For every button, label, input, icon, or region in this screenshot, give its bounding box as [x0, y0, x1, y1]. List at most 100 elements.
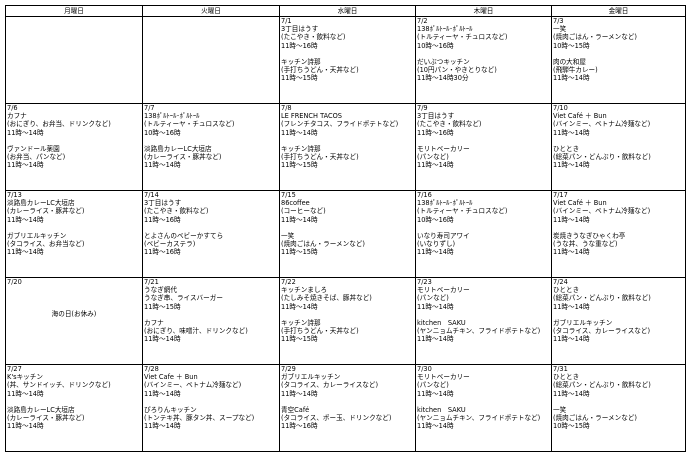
vendor-menu: (トルティーヤ・チュロスなど) [417, 207, 508, 216]
vendor-name: キッチン詩那 [281, 144, 321, 153]
day-date: 7/3 [553, 17, 564, 26]
vendor-entry: 一笑 (焼肉ごはん・ラーメンなど) 10時～15時 [553, 406, 684, 431]
vendor-hours: 11時～15時 [144, 302, 181, 311]
vendor-entry: ひととき (総菜パン・どんぶり・飲料など) 11時～14時 [553, 286, 684, 311]
vendor-name: だいぶつキッチン [417, 57, 470, 66]
day-date: 7/30 [417, 365, 432, 374]
vendor-hours: 11時～16時 [281, 41, 318, 50]
header-monday: 月曜日 [5, 5, 143, 17]
vendor-hours: 11時～14時 [7, 128, 44, 137]
vendor-name: キッチン詩那 [281, 57, 321, 66]
vendor-hours: 11時～16時 [417, 128, 454, 137]
vendor-menu: (焼肉ごはん・ラーメンなど) [553, 33, 638, 42]
vendor-entry: Viet Café ＋ Bun (バインミー、ベトナム冷麺など) 11時～14時 [553, 199, 684, 224]
day-cell: 7/13 淡路島カレーLC大垣店 (カレーライス・豚丼など) 11時～14時 ガブリエル… [5, 190, 143, 278]
vendor-name: 138ﾎﾟﾙﾄｰﾙ･ﾎﾟﾙﾄｰﾙ [417, 25, 473, 34]
day-date: 7/9 [417, 104, 428, 113]
vendor-entry: ヴァンドール薬園 (お弁当、パンなど) 11時～14時 [7, 145, 141, 170]
week-row: 7/6 カフナ (おにぎり、お弁当、ドリンクなど) 11時～14時 ヴァンドール薬園 (お… [5, 103, 686, 191]
vendor-entry: K'sキッチン (丼、サンドイッチ、ドリンクなど) 11時～14時 [7, 373, 141, 398]
vendor-name: 淡路島カレーLC大垣店 [144, 144, 212, 153]
vendor-name: モリトベーカリー [417, 373, 470, 382]
vendor-entry: キッチン詩那 (手打ちうどん・天丼など) 11時～15時 [281, 319, 414, 344]
vendor-hours: 11時～14時 [553, 335, 590, 344]
vendor-entry: kitchen SAKU (ヤンニョムチキン、フライドポテトなど) 11時～14時 [417, 406, 550, 431]
vendor-entry: カフナ (おにぎり、味噌汁、ドリンクなど) 11時～14時 [144, 319, 278, 344]
day-cell: 7/29 ガブリエルキッチン (タコライス、カレーライスなど) 11時～14時 青空Ca… [279, 364, 416, 452]
day-cell: 7/17 Viet Café ＋ Bun (バインミー、ベトナム冷麺など) 11時～1… [551, 190, 686, 278]
vendor-hours: 11時～15時 [281, 248, 318, 257]
vendor-menu: (タコライス、ポー玉、ドリンクなど) [281, 414, 392, 423]
vendor-menu: (ヤンニョムチキン、フライドポテトなど) [417, 414, 541, 423]
vendor-entry: だいぶつキッチン (10円パン・やきとりなど) 11時～14時30分 [417, 58, 550, 83]
vendor-name: とよさんのベビーかすてら [144, 231, 224, 240]
vendor-menu: (タコライス、カレーライスなど) [281, 381, 379, 390]
calendar-body: 7/1 3丁目はうす (たこやき・飲料など) 11時～16時 キッチン詩那 (手打ちうどん… [5, 16, 686, 452]
vendor-name: モリトベーカリー [417, 286, 470, 295]
vendor-name: 淡路島カレーLC大垣店 [7, 405, 75, 414]
vendor-entry: とよさんのベビーかすてら (ベビーカステラ) 11時～16時 [144, 232, 278, 257]
vendor-name: ぴろりんキッチン [144, 405, 197, 414]
vendor-menu: (コーヒーなど) [281, 207, 326, 216]
vendor-hours: 11時～14時 [144, 335, 181, 344]
day-date: 7/16 [417, 191, 432, 200]
vendor-hours: 11時～14時 [7, 389, 44, 398]
day-date: 7/15 [281, 191, 296, 200]
vendor-entry: 淡路島カレーLC大垣店 (カレーライス・豚丼など) 11時～14時 [7, 199, 141, 224]
day-date: 7/22 [281, 278, 296, 287]
vendor-menu: (おにぎり、お弁当、ドリンクなど) [7, 120, 111, 129]
vendor-menu: (カレーライス・豚丼など) [7, 207, 85, 216]
vendor-hours: 11時～14時 [417, 335, 454, 344]
vendor-hours: 11時～16時 [144, 215, 181, 224]
vendor-hours: 11時～14時 [417, 422, 454, 431]
week-row: 7/13 淡路島カレーLC大垣店 (カレーライス・豚丼など) 11時～14時 ガブリエル… [5, 190, 686, 278]
day-cell: 7/24 ひととき (総菜パン・どんぶり・飲料など) 11時～14時 ガブリエルキッチン… [551, 277, 686, 365]
day-date: 7/17 [553, 191, 568, 200]
vendor-menu: (カレーライス・豚丼など) [7, 414, 85, 423]
vendor-hours: 11時～14時 [417, 248, 454, 257]
vendor-hours: 11時～14時 [281, 302, 318, 311]
vendor-menu: (バインミー、ベトナム冷麺など) [553, 120, 651, 129]
vendor-name: 86coffee [281, 199, 310, 208]
vendor-menu: (飛騨牛カレー) [553, 66, 598, 75]
vendor-hours: 10時～15時 [553, 422, 590, 431]
vendor-entry: モリトベーカリー (パンなど) 11時～14時 [417, 286, 550, 311]
vendor-menu: (総菜パン・どんぶり・飲料など) [553, 153, 651, 162]
vendor-hours: 11時～14時 [417, 302, 454, 311]
day-cell: 7/28 Viet Cafe ＋ Bun (バインミー、ベトナム冷麺など) 11時～1… [142, 364, 280, 452]
vendor-menu: (フレンチタコス、フライドポテトなど) [281, 120, 399, 129]
vendor-menu: (トルティーヤ・チュロスなど) [144, 120, 235, 129]
day-cell [5, 16, 143, 104]
vendor-entry: 淡路島カレーLC大垣店 (カレーライス・豚丼など) 11時～14時 [7, 406, 141, 431]
vendor-hours: 10時～16時 [144, 128, 181, 137]
weekday-header-row: 月曜日 火曜日 水曜日 木曜日 金曜日 [5, 5, 686, 17]
day-cell [142, 16, 280, 104]
vendor-name: ガブリエルキッチン [553, 318, 613, 327]
header-friday: 金曜日 [551, 5, 686, 17]
day-date: 7/28 [144, 365, 159, 374]
vendor-entry: 一笑 (焼肉ごはん・ラーメンなど) 11時～15時 [281, 232, 414, 257]
header-thursday: 木曜日 [415, 5, 552, 17]
vendor-hours: 11時～15時 [281, 335, 318, 344]
vendor-hours: 11時～14時 [281, 128, 318, 137]
day-cell: 7/22 キッチンましろ (たしみそ焼きそば、豚丼など) 11時～14時 キッチン詩那(… [279, 277, 416, 365]
vendor-menu: (パンなど) [417, 294, 449, 303]
vendor-menu: (ヤンニョムチキン、フライドポテトなど) [417, 327, 541, 336]
vendor-menu: (丼、サンドイッチ、ドリンクなど) [7, 381, 111, 390]
week-row: 7/1 3丁目はうす (たこやき・飲料など) 11時～16時 キッチン詩那 (手打ちうどん… [5, 16, 686, 104]
vendor-menu: (たこやき・飲料など) [144, 207, 209, 216]
vendor-name: 肉の大和屋 [553, 57, 586, 66]
vendor-menu: (カレーライス・豚丼など) [144, 153, 222, 162]
schedule-calendar: 月曜日 火曜日 水曜日 木曜日 金曜日 7/1 3丁目はうす (たこやき・飲料など)… [5, 5, 686, 452]
vendor-name: ヴァンドール薬園 [7, 144, 60, 153]
day-date: 7/8 [281, 104, 292, 113]
vendor-entry: Viet Café ＋ Bun (バインミー、ベトナム冷麺など) 11時～14時 [553, 112, 684, 137]
vendor-entry: 3丁目はうす (たこやき・飲料など) 11時～16時 [281, 25, 414, 50]
holiday-label: 海の日(お休み) [51, 310, 97, 319]
vendor-menu: (総菜パン・どんぶり・飲料など) [553, 294, 651, 303]
vendor-entry: キッチン詩那 (手打ちうどん・天丼など) 11時～15時 [281, 145, 414, 170]
vendor-entry: 青空Café (タコライス、ポー玉、ドリンクなど) 11時～16時 [281, 406, 414, 431]
vendor-hours: 11時～14時 [281, 215, 318, 224]
day-cell: 7/31 ひととき (総菜パン・どんぶり・飲料など) 11時～14時 一笑 (焼肉ごはん・… [551, 364, 686, 452]
vendor-menu: (焼肉ごはん・ラーメンなど) [553, 414, 638, 423]
